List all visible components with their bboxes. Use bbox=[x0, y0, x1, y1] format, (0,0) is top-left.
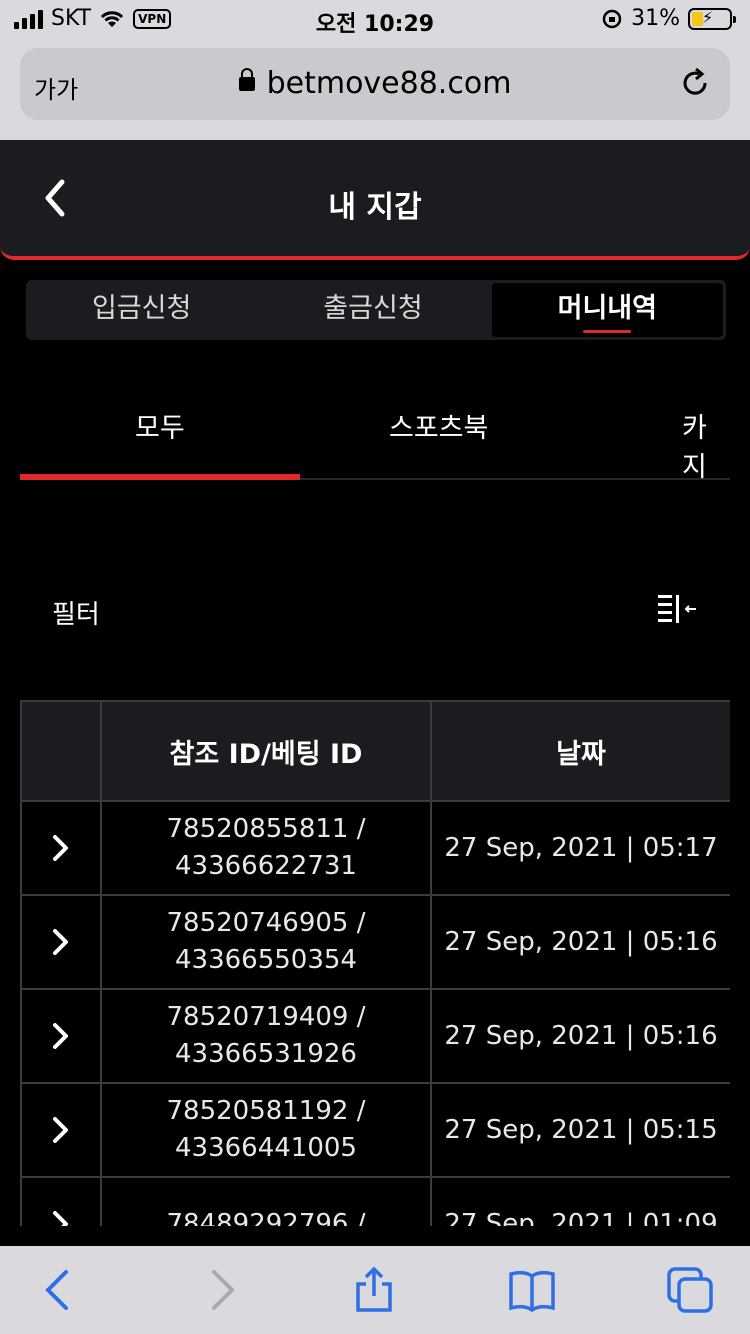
bet-id: 43366622731 bbox=[175, 851, 357, 881]
row-expand[interactable] bbox=[20, 988, 102, 1084]
ref-id: 78520719409 / bbox=[166, 1002, 366, 1032]
tab-money-history[interactable]: 머니내역 bbox=[491, 283, 723, 337]
lock-icon bbox=[238, 68, 255, 91]
row-date: 27 Sep, 2021 | 05:16 bbox=[430, 894, 730, 990]
chevron-right-icon[interactable] bbox=[51, 928, 71, 956]
subtab-all[interactable]: 모두 bbox=[135, 406, 185, 445]
table-row[interactable]: 78520719409 / 43366531926 27 Sep, 2021 | 0… bbox=[20, 988, 730, 1084]
history-table: 참조 ID/베팅 ID 날짜 78520855811 / 43366622731 2… bbox=[20, 700, 730, 1226]
status-bar: SKT VPN 오전 10:29 31% ⚡ bbox=[0, 0, 750, 40]
battery-icon: ⚡ bbox=[688, 7, 736, 30]
browser-toolbar bbox=[0, 1246, 750, 1334]
row-expand[interactable] bbox=[20, 1082, 102, 1178]
row-ref-bet-id: 78520855811 / 43366622731 bbox=[100, 800, 432, 896]
address-bar[interactable]: 가가 betmove88.com bbox=[20, 48, 730, 120]
header-ref-bet-id: 참조 ID/베팅 ID bbox=[100, 700, 432, 802]
history-subtabs: 모두 스포츠북 카지 bbox=[20, 380, 730, 483]
active-subtab-indicator bbox=[20, 474, 300, 480]
table-row[interactable]: 78520581192 / 43366441005 27 Sep, 2021 | 0… bbox=[20, 1082, 730, 1178]
tab-deposit-request[interactable]: 입금신청 bbox=[26, 280, 257, 340]
row-expand[interactable] bbox=[20, 894, 102, 990]
charging-icon: ⚡ bbox=[702, 7, 714, 27]
filter-label: 필터 bbox=[52, 600, 100, 630]
ref-id: 78489292796 / bbox=[166, 1208, 366, 1227]
share-icon[interactable] bbox=[350, 1266, 398, 1314]
browser-back-icon[interactable] bbox=[36, 1266, 84, 1314]
bet-id: 43366441005 bbox=[175, 1133, 357, 1163]
chevron-right-icon[interactable] bbox=[51, 834, 71, 862]
row-date: 27 Sep, 2021 | 01:09 bbox=[430, 1176, 730, 1226]
reload-icon[interactable] bbox=[678, 66, 712, 100]
bookmarks-icon[interactable] bbox=[508, 1266, 556, 1314]
app-header: 내 지갑 bbox=[0, 140, 750, 260]
filter-collapse-icon[interactable] bbox=[656, 592, 700, 628]
row-expand[interactable] bbox=[20, 1176, 102, 1226]
ref-id: 78520581192 / bbox=[166, 1096, 366, 1126]
tab-withdrawal-request[interactable]: 출금신청 bbox=[257, 280, 488, 340]
bet-id: 43366550354 bbox=[175, 945, 357, 975]
orientation-lock-icon bbox=[602, 9, 622, 28]
subtab-sportsbook[interactable]: 스포츠북 bbox=[389, 406, 488, 445]
ref-id: 78520746905 / bbox=[166, 908, 366, 938]
row-date: 27 Sep, 2021 | 05:15 bbox=[430, 1082, 730, 1178]
battery-percent: 31% bbox=[631, 6, 680, 31]
chevron-right-icon[interactable] bbox=[51, 1116, 71, 1144]
page-title: 내 지갑 bbox=[328, 190, 422, 225]
browser-forward-icon bbox=[212, 1270, 235, 1310]
table-row[interactable]: 78520855811 / 43366622731 27 Sep, 2021 | 0… bbox=[20, 800, 730, 896]
chevron-right-icon[interactable] bbox=[51, 1210, 71, 1226]
row-ref-bet-id: 78489292796 / bbox=[100, 1176, 432, 1227]
tabs-icon[interactable] bbox=[666, 1266, 714, 1314]
row-expand[interactable] bbox=[20, 800, 102, 896]
subtab-casino[interactable]: 카지 bbox=[682, 406, 730, 484]
header-expand bbox=[20, 700, 102, 802]
header-date: 날짜 bbox=[430, 700, 730, 802]
row-ref-bet-id: 78520581192 / 43366441005 bbox=[100, 1082, 432, 1178]
url-text: betmove88.com bbox=[266, 66, 512, 101]
chevron-right-icon[interactable] bbox=[51, 1022, 71, 1050]
row-ref-bet-id: 78520719409 / 43366531926 bbox=[100, 988, 432, 1084]
bet-id: 43366531926 bbox=[175, 1039, 357, 1069]
row-ref-bet-id: 78520746905 / 43366550354 bbox=[100, 894, 432, 990]
ref-id: 78520855811 / bbox=[166, 814, 366, 844]
row-date: 27 Sep, 2021 | 05:17 bbox=[430, 800, 730, 896]
browser-chrome: SKT VPN 오전 10:29 31% ⚡ 가가 betmove88.com bbox=[0, 0, 750, 140]
table-header-row: 참조 ID/베팅 ID 날짜 bbox=[20, 700, 730, 802]
table-row[interactable]: 78520746905 / 43366550354 27 Sep, 2021 | 0… bbox=[20, 894, 730, 990]
table-row[interactable]: 78489292796 / 27 Sep, 2021 | 01:09 bbox=[20, 1176, 730, 1227]
row-date: 27 Sep, 2021 | 05:16 bbox=[430, 988, 730, 1084]
wallet-tabs: 입금신청 출금신청 머니내역 bbox=[26, 280, 726, 340]
url-field[interactable]: betmove88.com bbox=[20, 66, 730, 101]
